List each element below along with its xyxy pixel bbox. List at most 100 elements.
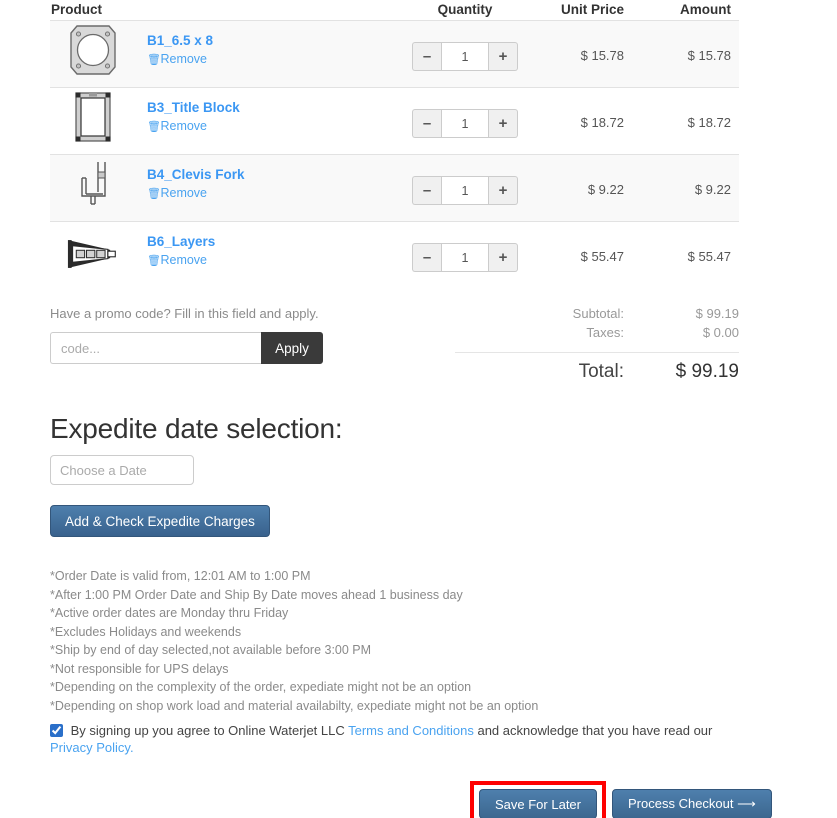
taxes-row: Taxes: $ 0.00	[455, 325, 739, 340]
table-row: B4_Clevis Fork 🗑Remove – + $ 9.22 $ 9.22	[50, 154, 739, 221]
total-value: $ 99.19	[675, 361, 739, 382]
terms-agreement: By signing up you agree to Online Waterj…	[50, 722, 730, 756]
column-header-unit-price: Unit Price	[560, 2, 624, 17]
product-info: B4_Clevis Fork 🗑Remove	[147, 155, 245, 202]
note-line: *After 1:00 PM Order Date and Ship By Da…	[50, 587, 463, 602]
expedite-date-input[interactable]	[50, 455, 194, 485]
unit-price-value: $ 9.22	[587, 182, 624, 197]
add-check-expedite-charges-button[interactable]: Add & Check Expedite Charges	[50, 505, 270, 537]
remove-label: Remove	[160, 52, 208, 66]
totals-divider	[455, 352, 739, 353]
note-line: *Active order dates are Monday thru Frid…	[50, 606, 289, 620]
quantity-increase-button[interactable]: +	[489, 109, 518, 138]
quantity-cell: – +	[405, 155, 525, 205]
remove-label: Remove	[160, 119, 208, 133]
shopping-cart-page: Product Quantity Unit Price Amount B1_6.…	[0, 0, 837, 818]
promo-code-row: Apply	[50, 332, 370, 364]
quantity-stepper: – +	[412, 109, 518, 138]
trash-icon: 🗑	[147, 255, 161, 267]
remove-item-link[interactable]: 🗑Remove	[147, 119, 240, 135]
amount-value: $ 9.22	[694, 182, 731, 197]
subtotal-row: Subtotal: $ 99.19	[455, 306, 739, 321]
cart-table: Product Quantity Unit Price Amount B1_6.…	[50, 0, 739, 288]
quantity-stepper: – +	[412, 176, 518, 205]
remove-label: Remove	[160, 253, 208, 267]
remove-item-link[interactable]: 🗑Remove	[147, 52, 213, 68]
note-line: *Depending on the complexity of the orde…	[50, 680, 472, 694]
unit-price-value: $ 18.72	[580, 115, 624, 130]
product-link[interactable]: B3_Title Block	[147, 100, 240, 116]
order-totals: Subtotal: $ 99.19 Taxes: $ 0.00 Total: $…	[455, 306, 739, 383]
quantity-decrease-button[interactable]: –	[412, 42, 441, 71]
taxes-label: Taxes:	[586, 325, 624, 340]
column-header-product: Product	[51, 2, 103, 17]
note-line: *Order Date is valid from, 12:01 AM to 1…	[50, 569, 311, 583]
product-link[interactable]: B1_6.5 x 8	[147, 33, 213, 49]
unit-price-value: $ 15.78	[580, 48, 624, 63]
quantity-increase-button[interactable]: +	[489, 243, 518, 272]
quantity-stepper: – +	[412, 243, 518, 272]
quantity-stepper: – +	[412, 42, 518, 71]
promo-code-label: Have a promo code? Fill in this field an…	[50, 306, 319, 321]
product-cell: B6_Layers 🗑Remove	[50, 222, 405, 280]
remove-item-link[interactable]: 🗑Remove	[147, 253, 215, 269]
note-line: *Depending on shop work load and materia…	[50, 698, 539, 713]
quantity-input[interactable]	[441, 42, 489, 71]
terms-text-middle: and acknowledge that you have read our	[473, 723, 713, 738]
amount-value: $ 15.78	[687, 48, 731, 63]
product-info: B1_6.5 x 8 🗑Remove	[147, 21, 213, 68]
quantity-decrease-button[interactable]: –	[412, 243, 441, 272]
note-line: *Excludes Holidays and weekends	[50, 624, 242, 639]
product-info: B3_Title Block 🗑Remove	[147, 88, 240, 135]
amount-value: $ 18.72	[687, 115, 731, 130]
product-cell: B3_Title Block 🗑Remove	[50, 88, 405, 146]
note-line: *Not responsible for UPS delays	[50, 661, 229, 676]
table-row: B6_Layers 🗑Remove – + $ 55.47 $ 55.47	[50, 221, 739, 288]
privacy-policy-link[interactable]: Privacy Policy.	[50, 740, 134, 755]
promo-code-input[interactable]	[50, 332, 261, 364]
taxes-value: $ 0.00	[702, 325, 739, 340]
save-for-later-highlight: Save For Later	[470, 781, 606, 818]
amount-value: $ 55.47	[687, 249, 731, 264]
footer-actions: Save For Later Process Checkout ⟶	[470, 781, 772, 818]
quantity-input[interactable]	[441, 243, 489, 272]
apply-promo-button[interactable]: Apply	[261, 332, 323, 364]
trash-icon: 🗑	[147, 188, 161, 200]
remove-item-link[interactable]: 🗑Remove	[147, 186, 245, 202]
quantity-decrease-button[interactable]: –	[412, 176, 441, 205]
column-header-amount: Amount	[680, 2, 731, 17]
promo-code-section: Have a promo code? Fill in this field an…	[50, 306, 370, 364]
table-row: B1_6.5 x 8 🗑Remove – + $ 15.78 $ 15.78	[50, 20, 739, 87]
quantity-increase-button[interactable]: +	[489, 42, 518, 71]
total-label: Total:	[578, 361, 624, 382]
trash-icon: 🗑	[147, 121, 161, 133]
terms-and-conditions-link[interactable]: Terms and Conditions	[348, 723, 474, 738]
clevis-fork-icon	[67, 155, 119, 213]
cart-table-header: Product Quantity Unit Price Amount	[50, 0, 739, 20]
quantity-decrease-button[interactable]: –	[412, 109, 441, 138]
layers-wedge-icon	[67, 222, 119, 280]
save-for-later-button[interactable]: Save For Later	[479, 789, 597, 818]
expedite-section-title: Expedite date selection:	[50, 413, 343, 444]
column-header-quantity: Quantity	[437, 2, 493, 17]
product-info: B6_Layers 🗑Remove	[147, 222, 215, 269]
product-link[interactable]: B6_Layers	[147, 234, 215, 250]
quantity-input[interactable]	[441, 176, 489, 205]
trash-icon: 🗑	[147, 54, 161, 66]
quantity-input[interactable]	[441, 109, 489, 138]
terms-text-before: By signing up you agree to Online Waterj…	[70, 723, 349, 738]
gasket-plate-icon	[67, 21, 119, 79]
table-row: B3_Title Block 🗑Remove – + $ 18.72 $ 18.…	[50, 87, 739, 154]
subtotal-label: Subtotal:	[572, 306, 624, 321]
quantity-cell: – +	[405, 88, 525, 138]
total-row: Total: $ 99.19	[455, 361, 739, 383]
subtotal-value: $ 99.19	[695, 306, 739, 321]
quantity-increase-button[interactable]: +	[489, 176, 518, 205]
terms-checkbox[interactable]	[50, 724, 63, 737]
process-checkout-button[interactable]: Process Checkout ⟶	[612, 789, 772, 818]
product-cell: B4_Clevis Fork 🗑Remove	[50, 155, 405, 213]
product-link[interactable]: B4_Clevis Fork	[147, 167, 245, 183]
quantity-cell: – +	[405, 222, 525, 272]
title-block-icon	[67, 88, 119, 146]
expedite-notes: *Order Date is valid from, 12:01 AM to 1…	[50, 567, 670, 715]
